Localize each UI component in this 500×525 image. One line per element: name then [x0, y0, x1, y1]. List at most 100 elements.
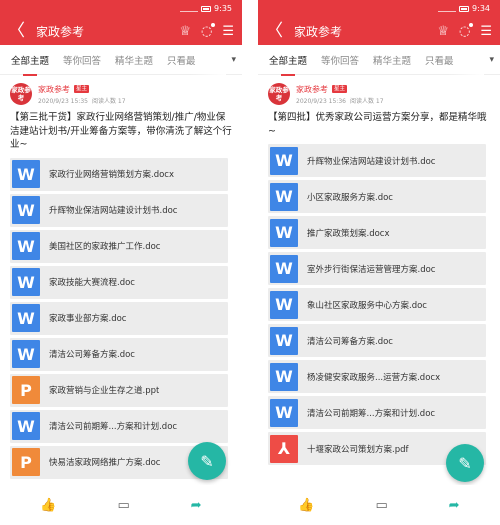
signal-icon: [180, 6, 199, 12]
right-screen: 9:34 〈 家政参考 ♕ ◌ ☰ 全部主题 等你回答 精华主题 只看最 ▾ 家…: [258, 0, 500, 525]
pencil-icon: ✎: [200, 451, 214, 471]
file-name: 快易洁家政网络推广方案.doc: [49, 458, 161, 468]
tabs-fade: [190, 45, 226, 75]
attachment-item[interactable]: W 升辉物业保洁网站建设计划书.doc: [10, 193, 228, 227]
post-text: 【第三批干货】家政行业网络营销策划/推广/物业保洁建站计划书/开业筹备方案等，带…: [10, 112, 232, 150]
trophy-icon[interactable]: ♕: [437, 25, 449, 38]
attachment-list: W 升辉物业保洁网站建设计划书.doc W 小区家政服务方案.doc W 推广家政策划…: [258, 144, 500, 465]
post-actions: 👍 ▭ ➦: [0, 485, 242, 525]
attachment-item[interactable]: W 清洁公司前期筹...方案和计划.doc: [10, 409, 228, 443]
pdf-file-icon: ⅄: [270, 434, 298, 463]
back-icon[interactable]: 〈: [266, 22, 284, 40]
word-file-icon: W: [12, 196, 40, 224]
status-bar: 9:34: [258, 0, 500, 17]
file-name: 升辉物业保洁网站建设计划书.doc: [49, 206, 178, 216]
tab-featured[interactable]: 精华主题: [108, 53, 160, 67]
word-file-icon: W: [270, 362, 298, 391]
tab-featured[interactable]: 精华主题: [366, 53, 418, 67]
topic-tabs: 全部主题 等你回答 精华主题 只看最 ▾: [258, 45, 500, 76]
attachment-item[interactable]: W 家政行业网络营销策划方案.docx: [10, 157, 228, 191]
battery-icon: [201, 5, 212, 12]
file-name: 清洁公司前期筹...方案和计划.doc: [307, 408, 436, 419]
like-icon[interactable]: 👍: [298, 499, 314, 512]
author-name[interactable]: 家政参考: [296, 84, 328, 95]
post-date: 2020/9/23 15:35: [38, 97, 88, 105]
post-meta: 家政参考 星主 2020/9/23 15:36 阅读人数 17: [296, 84, 384, 105]
attachment-item[interactable]: W 清洁公司筹备方案.doc: [10, 337, 228, 371]
comment-icon[interactable]: ▭: [117, 499, 129, 512]
file-name: 十堰家政公司策划方案.pdf: [307, 444, 409, 455]
tab-awaiting-answer[interactable]: 等你回答: [56, 53, 108, 67]
chevron-down-icon[interactable]: ▾: [489, 55, 494, 65]
tab-all-topics[interactable]: 全部主题: [262, 53, 314, 76]
share-icon[interactable]: ➦: [449, 499, 460, 512]
word-file-icon: W: [12, 160, 40, 188]
tab-awaiting-answer[interactable]: 等你回答: [314, 53, 366, 67]
attachment-item[interactable]: W 清洁公司前期筹...方案和计划.doc: [268, 396, 486, 429]
message-icon[interactable]: ◌: [201, 22, 216, 38]
attachment-item[interactable]: W 家政事业部方案.doc: [10, 301, 228, 335]
attachment-item[interactable]: W 美国社区的家政推广工作.doc: [10, 229, 228, 263]
word-file-icon: W: [12, 340, 40, 368]
signal-icon: [438, 6, 457, 12]
menu-icon[interactable]: ☰: [480, 25, 492, 38]
chevron-down-icon[interactable]: ▾: [231, 55, 236, 65]
compose-button[interactable]: ✎: [446, 444, 484, 482]
post-meta: 家政参考 星主 2020/9/23 15:35 阅读人数 17: [38, 84, 126, 105]
attachment-item[interactable]: W 清洁公司筹备方案.doc: [268, 324, 486, 357]
avatar[interactable]: 家政参考: [10, 83, 32, 105]
file-name: 家政营销与企业生存之道.ppt: [49, 386, 160, 396]
attachment-item[interactable]: W 家政技能大赛流程.doc: [10, 265, 228, 299]
powerpoint-file-icon: P: [12, 448, 40, 476]
attachment-item[interactable]: W 象山社区家政服务中心方案.doc: [268, 288, 486, 321]
like-icon[interactable]: 👍: [40, 499, 56, 512]
word-file-icon: W: [12, 412, 40, 440]
file-name: 小区家政服务方案.doc: [307, 192, 393, 203]
tabs-fade: [448, 45, 484, 75]
attachment-item[interactable]: W 升辉物业保洁网站建设计划书.doc: [268, 144, 486, 177]
word-file-icon: W: [270, 218, 298, 247]
back-icon[interactable]: 〈: [8, 22, 26, 40]
attachment-item[interactable]: W 小区家政服务方案.doc: [268, 180, 486, 213]
status-bar: 9:35: [0, 0, 242, 17]
file-name: 美国社区的家政推广工作.doc: [49, 242, 161, 252]
word-file-icon: W: [270, 398, 298, 427]
trophy-icon[interactable]: ♕: [179, 25, 191, 38]
word-file-icon: W: [270, 290, 298, 319]
pencil-icon: ✎: [458, 453, 472, 473]
attachment-item[interactable]: W 推广家政策划案.docx: [268, 216, 486, 249]
word-file-icon: W: [12, 304, 40, 332]
owner-badge: 星主: [332, 85, 348, 93]
powerpoint-file-icon: P: [12, 376, 40, 404]
compose-button[interactable]: ✎: [188, 442, 226, 480]
message-icon[interactable]: ◌: [459, 22, 474, 38]
file-name: 推广家政策划案.docx: [307, 228, 390, 239]
battery-icon: [459, 5, 470, 12]
file-name: 家政技能大赛流程.doc: [49, 278, 135, 288]
menu-icon[interactable]: ☰: [222, 25, 234, 38]
app-bar: 〈 家政参考 ♕ ◌ ☰: [0, 17, 242, 45]
notification-dot: [469, 22, 474, 27]
status-time: 9:35: [214, 4, 232, 13]
post-date: 2020/9/23 15:36: [296, 97, 346, 105]
read-count: 阅读人数 17: [91, 97, 126, 105]
comment-icon[interactable]: ▭: [375, 499, 387, 512]
file-name: 家政行业网络营销策划方案.docx: [49, 170, 175, 180]
tab-all-topics[interactable]: 全部主题: [4, 53, 56, 76]
attachment-item[interactable]: W 杨凌健安家政服务...运营方案.docx: [268, 360, 486, 393]
status-time: 9:34: [472, 4, 490, 13]
avatar[interactable]: 家政参考: [268, 83, 290, 105]
attachment-item[interactable]: W 室外步行街保洁运营管理方案.doc: [268, 252, 486, 285]
read-count: 阅读人数 17: [349, 97, 384, 105]
file-name: 家政事业部方案.doc: [49, 314, 127, 324]
attachment-list: W 家政行业网络营销策划方案.docx W 升辉物业保洁网站建设计划书.doc W美…: [0, 157, 242, 479]
word-file-icon: W: [12, 232, 40, 260]
author-name[interactable]: 家政参考: [38, 84, 70, 95]
file-name: 杨凌健安家政服务...运营方案.docx: [307, 372, 441, 383]
file-name: 升辉物业保洁网站建设计划书.doc: [307, 156, 436, 167]
attachment-item[interactable]: P 家政营销与企业生存之道.ppt: [10, 373, 228, 407]
share-icon[interactable]: ➦: [191, 499, 202, 512]
app-bar: 〈 家政参考 ♕ ◌ ☰: [258, 17, 500, 45]
file-name: 清洁公司筹备方案.doc: [49, 350, 135, 360]
page-title: 家政参考: [294, 24, 343, 39]
